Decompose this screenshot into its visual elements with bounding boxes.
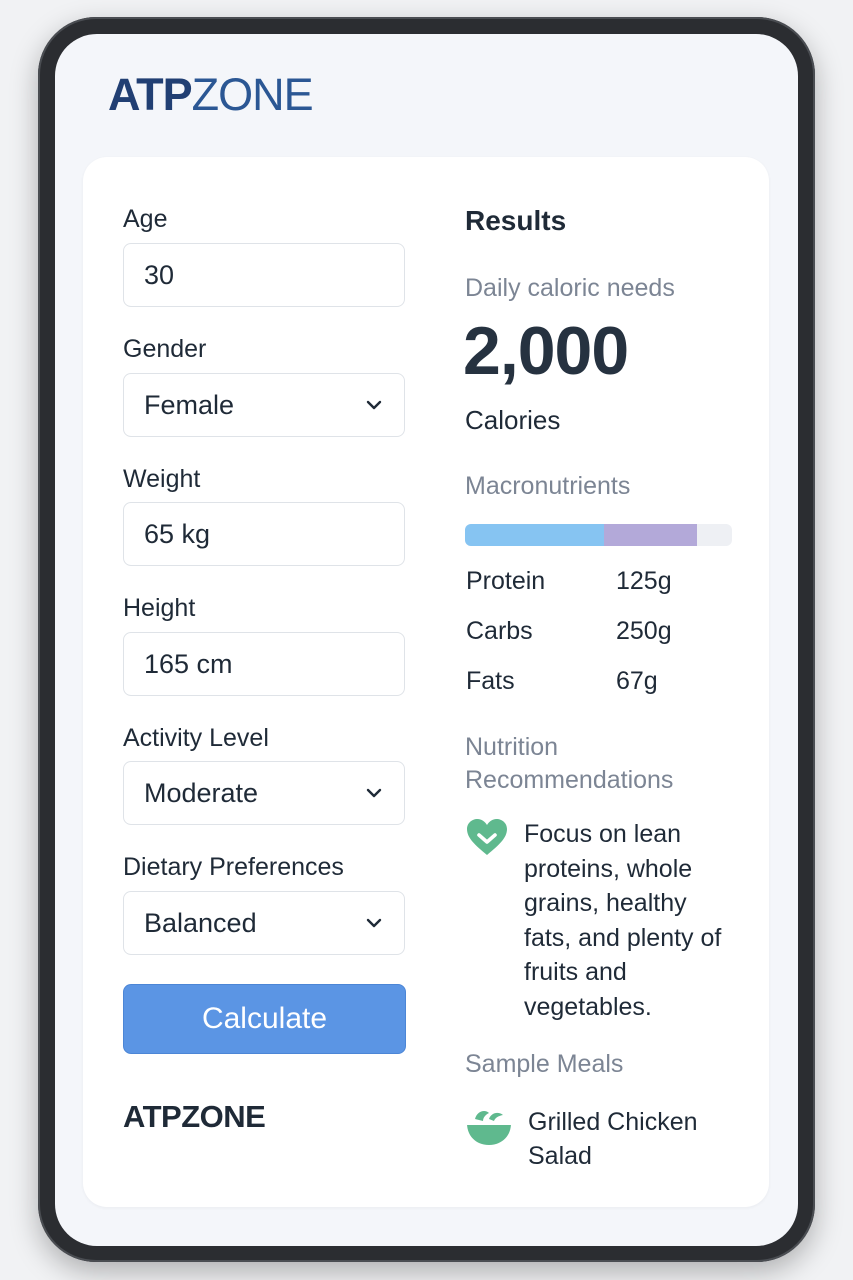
macro-value-carbs: 250g: [616, 617, 672, 645]
app-screen: ATPZONE Age 30 Gender Female Weight 65 k…: [55, 34, 798, 1246]
calculator-card: Age 30 Gender Female Weight 65 kg Height…: [83, 157, 769, 1207]
gender-value: Female: [144, 390, 235, 420]
age-input[interactable]: 30: [123, 243, 405, 307]
gender-label: Gender: [123, 335, 207, 363]
daily-caloric-needs-label: Daily caloric needs: [465, 274, 675, 302]
dietary-preferences-value: Balanced: [144, 908, 257, 938]
height-label: Height: [123, 594, 196, 622]
gender-select[interactable]: Female: [123, 373, 405, 437]
height-value: 165 cm: [144, 649, 233, 679]
calories-value: 2,000: [463, 313, 629, 389]
macro-value-fats: 67g: [616, 667, 658, 695]
dietary-preferences-select[interactable]: Balanced: [123, 891, 405, 955]
macro-bar-carbs-segment: [603, 524, 698, 546]
activity-level-select[interactable]: Moderate: [123, 761, 405, 825]
height-input[interactable]: 165 cm: [123, 632, 405, 696]
macro-name-protein: Protein: [466, 567, 546, 595]
nutrition-recommendations-label-line2: Recommendations: [465, 766, 674, 794]
macro-name-carbs: Carbs: [466, 617, 533, 645]
sample-meals-label: Sample Meals: [465, 1050, 624, 1078]
weight-value: 65 kg: [144, 519, 211, 549]
salad-bowl-icon: [467, 1111, 511, 1145]
app-logo: ATPZONE: [108, 69, 314, 120]
calories-unit: Calories: [465, 405, 561, 435]
age-value: 30: [144, 260, 175, 290]
macronutrients-label: Macronutrients: [465, 472, 631, 500]
chevron-down-icon: [366, 788, 382, 798]
macronutrient-bar: [465, 524, 732, 546]
chevron-down-icon: [366, 400, 382, 410]
macro-bar-protein-segment: [465, 524, 604, 546]
calculate-button[interactable]: Calculate: [123, 984, 406, 1054]
logo-regular-text: ZONE: [191, 69, 314, 120]
dietary-preferences-label: Dietary Preferences: [123, 853, 344, 881]
recommendation-text: Focus on lean proteins, whole grains, he…: [524, 820, 722, 1021]
age-label: Age: [123, 205, 168, 233]
logo-bold-text: ATP: [108, 69, 193, 120]
activity-level-value: Moderate: [144, 778, 259, 808]
weight-input[interactable]: 65 kg: [123, 502, 405, 566]
sample-meal-item: Grilled Chicken Salad: [528, 1108, 698, 1170]
results-title: Results: [465, 205, 567, 236]
chevron-down-icon: [366, 918, 382, 928]
heart-check-icon: [467, 819, 507, 855]
macro-value-protein: 125g: [616, 567, 672, 595]
weight-label: Weight: [123, 465, 201, 493]
nutrition-recommendations-label-line1: Nutrition: [465, 733, 559, 761]
macro-name-fats: Fats: [466, 667, 515, 695]
footer-brand: ATPZONE: [123, 1099, 266, 1134]
activity-level-label: Activity Level: [123, 724, 269, 752]
